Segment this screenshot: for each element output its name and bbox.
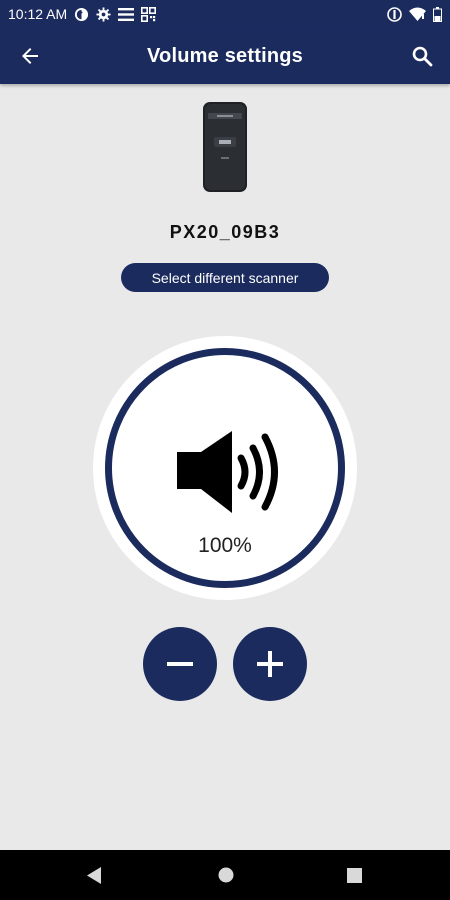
back-triangle-icon[interactable] xyxy=(86,867,102,884)
scanner-device-image xyxy=(202,101,248,193)
list-icon xyxy=(118,7,135,21)
gear-icon xyxy=(96,6,111,22)
plus-icon xyxy=(257,651,283,677)
system-nav-bar xyxy=(0,850,450,900)
status-left: 10:12 AM xyxy=(8,6,157,22)
volume-dial: 100% xyxy=(93,336,357,600)
volume-percent: 100% xyxy=(198,534,252,557)
arrow-left-icon xyxy=(22,48,38,64)
vibrate-icon xyxy=(387,6,402,22)
status-right xyxy=(387,6,442,22)
app-bar: Volume settings xyxy=(0,28,450,84)
volume-increase-button[interactable] xyxy=(233,627,307,701)
speaker-icon xyxy=(177,431,278,513)
page-title: Volume settings xyxy=(147,44,303,67)
recents-square-icon[interactable] xyxy=(347,868,362,883)
status-bar: 10:12 AM xyxy=(0,0,450,28)
status-time: 10:12 AM xyxy=(8,6,68,22)
scanner-name: PX20_09B3 xyxy=(169,222,281,242)
back-button[interactable] xyxy=(18,44,42,68)
minus-icon xyxy=(167,662,193,666)
select-different-scanner-button[interactable]: Select different scanner xyxy=(121,263,329,292)
search-button[interactable] xyxy=(410,44,434,68)
firefox-icon xyxy=(75,7,89,21)
volume-decrease-button[interactable] xyxy=(143,627,217,701)
battery-icon xyxy=(433,6,442,22)
wifi-icon xyxy=(409,7,426,21)
home-circle-icon[interactable] xyxy=(218,867,234,883)
qr-icon xyxy=(141,6,157,22)
search-icon xyxy=(412,46,433,67)
